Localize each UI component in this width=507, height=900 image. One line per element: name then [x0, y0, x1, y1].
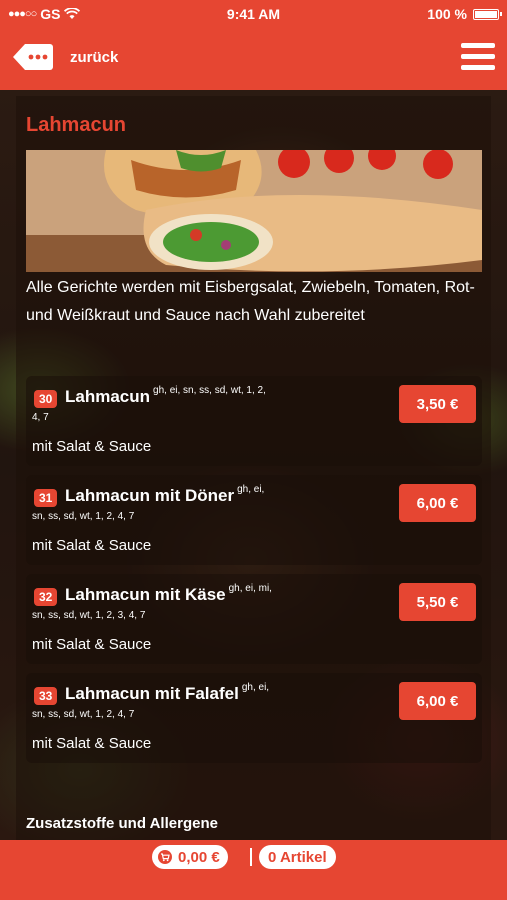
item-name-text: Lahmacun mit Falafel — [65, 684, 239, 703]
menu-item[interactable]: 32 Lahmacun mit Käse gh, ei, mi, sn, ss, … — [26, 574, 482, 664]
item-name: Lahmacun mit Döner gh, ei, — [65, 484, 265, 506]
item-name-text: Lahmacun mit Käse — [65, 585, 226, 604]
item-allergen-codes-continued: sn, ss, sd, wt, 1, 2, 3, 4, 7 — [32, 610, 146, 621]
cart-articles-button[interactable]: 0 Artikel — [259, 845, 336, 869]
add-to-cart-price-button[interactable]: 3,50 € — [399, 385, 476, 423]
item-allergen-codes-continued: 4, 7 — [32, 412, 49, 423]
add-to-cart-price-button[interactable]: 6,00 € — [399, 484, 476, 522]
back-label: zurück — [70, 48, 119, 66]
menu-item[interactable]: 31 Lahmacun mit Döner gh, ei, sn, ss, sd,… — [26, 475, 482, 565]
status-right: 100 % — [427, 6, 502, 22]
item-subtitle: mit Salat & Sauce — [32, 735, 152, 752]
cart-total: 0,00 € — [178, 848, 220, 866]
item-subtitle: mit Salat & Sauce — [32, 636, 152, 653]
cart-total-button[interactable]: 0,00 € — [152, 845, 228, 869]
back-button[interactable]: zurück — [12, 42, 118, 72]
item-number-badge: 32 — [34, 588, 58, 606]
item-number-badge: 31 — [34, 489, 58, 507]
add-to-cart-price-button[interactable]: 5,50 € — [399, 583, 476, 621]
category-description: Alle Gerichte werden mit Eisbergsalat, Z… — [26, 279, 475, 324]
allergens-link[interactable]: Zusatzstoffe und Allergene — [26, 815, 218, 832]
item-name-text: Lahmacun mit Döner — [65, 486, 235, 505]
item-allergen-codes: gh, ei, mi, — [228, 583, 272, 594]
item-name-text: Lahmacun — [65, 387, 151, 406]
battery-icon — [473, 8, 502, 20]
hamburger-menu-icon[interactable] — [461, 43, 495, 73]
battery-label: 100 % — [427, 6, 467, 22]
back-bubble-icon — [13, 44, 53, 70]
item-subtitle: mit Salat & Sauce — [32, 438, 152, 455]
item-allergen-codes: gh, ei, — [241, 682, 270, 693]
item-name: Lahmacun mit Falafel gh, ei, — [65, 682, 270, 704]
nav-bar: zurück — [0, 28, 507, 90]
menu-item[interactable]: 33 Lahmacun mit Falafel gh, ei, sn, ss, s… — [26, 673, 482, 763]
item-allergen-codes: gh, ei, sn, ss, sd, wt, 1, 2, — [153, 385, 266, 396]
item-name: Lahmacun gh, ei, sn, ss, sd, wt, 1, 2, — [65, 385, 266, 407]
item-allergen-codes-continued: sn, ss, sd, wt, 1, 2, 4, 7 — [32, 709, 135, 720]
item-allergen-codes: gh, ei, — [237, 484, 265, 495]
category-title: Lahmacun — [26, 114, 127, 136]
item-number-badge: 33 — [34, 687, 58, 705]
menu-item[interactable]: 30 Lahmacun gh, ei, sn, ss, sd, wt, 1, 2,… — [26, 376, 482, 466]
lahmacun-hero-image — [26, 150, 482, 272]
cart-bar: 0,00 € 0 Artikel — [0, 840, 507, 900]
add-to-cart-price-button[interactable]: 6,00 € — [399, 682, 476, 720]
item-allergen-codes-continued: sn, ss, sd, wt, 1, 2, 4, 7 — [32, 511, 135, 522]
item-subtitle: mit Salat & Sauce — [32, 537, 152, 554]
item-number-badge: 30 — [34, 390, 58, 408]
cart-divider — [250, 848, 252, 866]
item-name: Lahmacun mit Käse gh, ei, mi, — [65, 583, 272, 605]
shopping-cart-icon — [158, 850, 172, 864]
status-bar: ●●●○○ GS 9:41 AM 100 % — [0, 0, 507, 28]
